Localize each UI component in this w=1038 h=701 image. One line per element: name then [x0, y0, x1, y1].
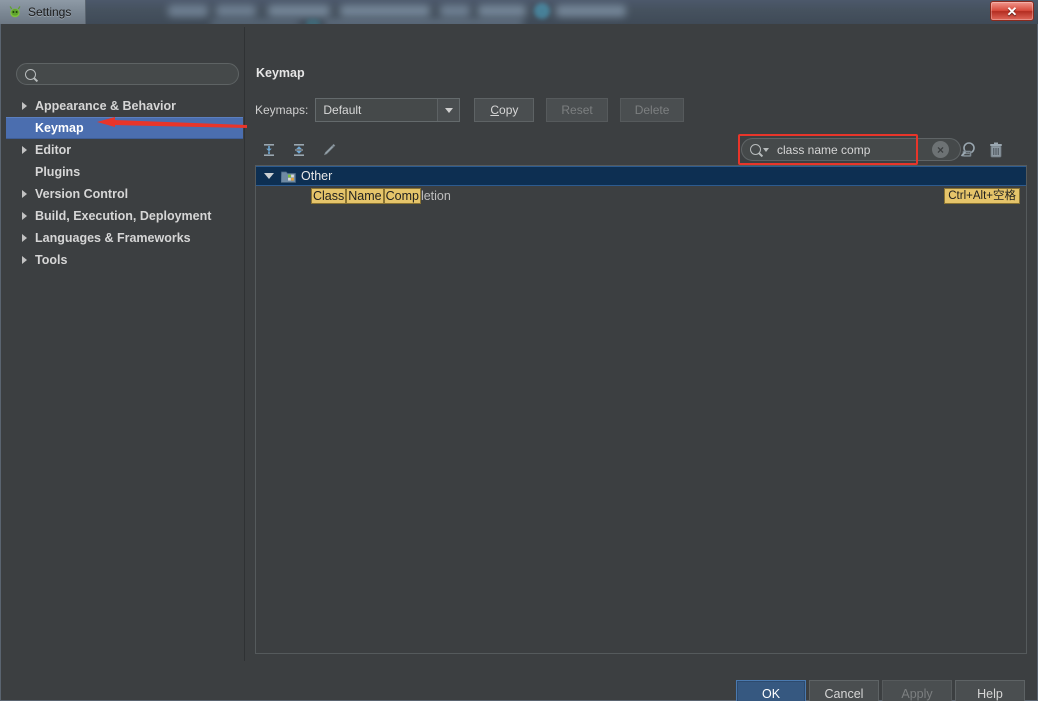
chevron-placeholder-icon: [22, 168, 27, 176]
cancel-button[interactable]: Cancel: [809, 680, 879, 701]
sidebar-item-label: Build, Execution, Deployment: [35, 209, 212, 223]
chevron-right-icon: [22, 212, 27, 220]
folder-icon: [281, 171, 296, 183]
keymap-action-tree[interactable]: Other Class Name Comp letion Ctrl+Alt+空格: [255, 165, 1027, 654]
sidebar-item-languages-frameworks[interactable]: Languages & Frameworks: [6, 227, 243, 249]
sidebar-item-editor[interactable]: Editor: [6, 139, 243, 161]
chevron-right-icon: [22, 256, 27, 264]
action-label-part-1: Class: [311, 188, 347, 204]
expand-all-icon[interactable]: [258, 139, 280, 161]
action-label-part-4: letion: [420, 189, 451, 203]
help-button[interactable]: Help: [955, 680, 1025, 701]
edit-shortcut-icon[interactable]: [318, 139, 340, 161]
chevron-placeholder-icon: [22, 124, 27, 132]
delete-keymap-button[interactable]: Delete: [619, 98, 685, 122]
chevron-right-icon: [22, 190, 27, 198]
close-button[interactable]: ✕: [990, 1, 1034, 21]
sidebar-item-label: Editor: [35, 143, 72, 157]
sidebar-item-version-control[interactable]: Version Control: [6, 183, 243, 205]
ok-button[interactable]: OK: [736, 680, 806, 701]
clear-glyph: ×: [936, 142, 944, 157]
keymaps-label: Keymaps:: [255, 103, 309, 117]
reset-button-label: Reset: [561, 103, 593, 117]
sidebar-search-input[interactable]: [42, 67, 238, 81]
ok-button-label: OK: [761, 686, 781, 701]
chevron-right-icon: [22, 234, 27, 242]
close-icon: ✕: [1006, 3, 1018, 19]
search-icon: [25, 68, 36, 80]
keymap-select[interactable]: Default: [315, 98, 461, 122]
copy-button-mnemonic: C: [490, 103, 500, 117]
dialog-button-bar: OK Cancel Apply Help: [3, 663, 1036, 701]
dialog-body: Appearance & Behavior Keymap Editor Plug…: [0, 24, 1038, 701]
tree-group-label: Other: [301, 169, 333, 183]
sidebar-item-appearance-behavior[interactable]: Appearance & Behavior: [6, 95, 243, 117]
window-title-tab: Settings: [0, 0, 87, 24]
apply-button-label: Apply: [901, 686, 933, 701]
apply-button[interactable]: Apply: [882, 680, 952, 701]
sidebar-item-label: Keymap: [35, 121, 84, 135]
sidebar-item-build-execution-deployment[interactable]: Build, Execution, Deployment: [6, 205, 243, 227]
find-by-shortcut-icon[interactable]: [958, 140, 978, 160]
trash-icon[interactable]: [986, 140, 1006, 160]
sidebar-item-tools[interactable]: Tools: [6, 249, 243, 271]
sidebar-item-label: Appearance & Behavior: [35, 99, 177, 113]
action-label-part-2: Name: [346, 188, 384, 204]
chevron-down-icon[interactable]: [264, 173, 274, 179]
chevron-down-icon[interactable]: [437, 99, 460, 121]
page-title: Keymap: [256, 66, 305, 80]
window-title: Settings: [28, 5, 72, 19]
search-box-annotation-highlight: [738, 134, 918, 165]
sidebar-item-label: Languages & Frameworks: [35, 231, 191, 245]
collapse-all-icon[interactable]: [288, 139, 310, 161]
shortcut-badge: Ctrl+Alt+空格: [944, 188, 1020, 204]
reset-keymap-button[interactable]: Reset: [546, 98, 608, 122]
settings-sidebar: Appearance & Behavior Keymap Editor Plug…: [3, 27, 245, 661]
chevron-right-icon: [22, 102, 27, 110]
delete-button-label: Delete: [634, 103, 670, 117]
copy-button-label-rest: opy: [499, 103, 519, 117]
settings-category-tree: Appearance & Behavior Keymap Editor Plug…: [6, 95, 243, 271]
sidebar-item-label: Plugins: [35, 165, 81, 179]
cancel-button-label: Cancel: [824, 686, 864, 701]
sidebar-item-label: Tools: [35, 253, 68, 267]
title-bar: Settings ✕: [0, 0, 1038, 24]
sidebar-item-keymap[interactable]: Keymap: [6, 117, 243, 139]
intellij-icon: [9, 6, 21, 18]
keymap-tree-toolbar: [258, 139, 340, 161]
keymap-settings-panel: Keymap Keymaps: Default Copy Reset Delet…: [246, 27, 1036, 661]
keymap-select-value: Default: [323, 103, 362, 117]
keymaps-toolbar: Keymaps: Default Copy Reset Delete: [255, 98, 685, 122]
clear-circle-icon[interactable]: ×: [932, 141, 949, 158]
sidebar-item-plugins[interactable]: Plugins: [6, 161, 243, 183]
help-button-label: Help: [977, 686, 1003, 701]
settings-dialog-window: Settings ✕ Appearance & Behavior Keymap …: [0, 0, 1038, 701]
tree-group-row-other[interactable]: Other: [256, 166, 1026, 186]
tree-action-row[interactable]: Class Name Comp letion Ctrl+Alt+空格: [256, 186, 1026, 206]
action-label-part-3: Comp: [383, 188, 421, 204]
chevron-right-icon: [22, 146, 27, 154]
sidebar-item-label: Version Control: [35, 187, 129, 201]
sidebar-search-box[interactable]: [16, 63, 239, 85]
copy-keymap-button[interactable]: Copy: [474, 98, 535, 122]
